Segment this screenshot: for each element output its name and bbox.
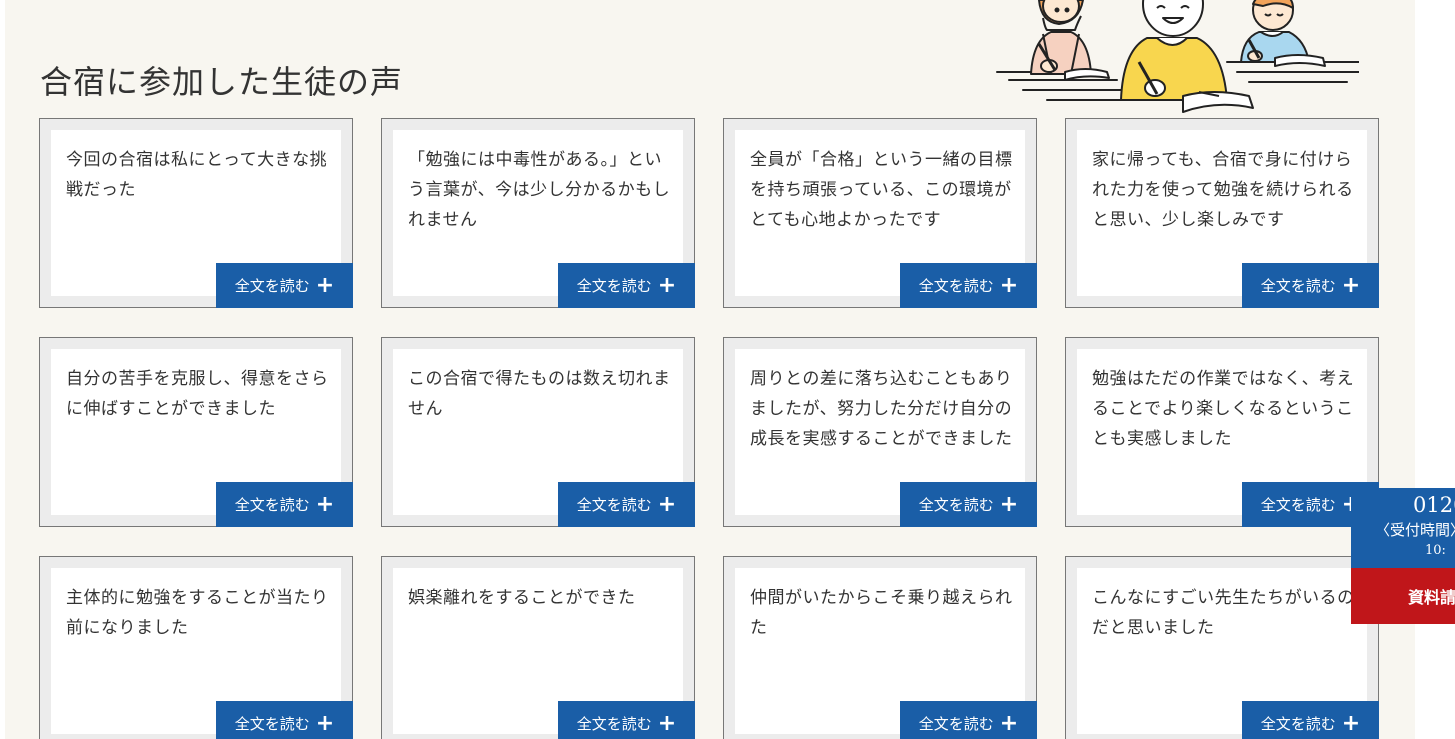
students-studying-illustration — [996, 0, 1359, 113]
read-full-text-label: 全文を読む — [1260, 715, 1336, 733]
plus-icon: + — [657, 272, 677, 298]
floating-contact-widget: 0120 〈受付時間〉 10: 資料請求 — [1351, 488, 1455, 624]
read-full-text-button[interactable]: 全文を読む + — [900, 263, 1037, 308]
testimonial-excerpt: 勉強はただの作業ではなく、考えることでより楽しくなるということも実感しました — [1092, 369, 1355, 449]
read-full-text-label: 全文を読む — [1260, 496, 1336, 514]
read-full-text-label: 全文を読む — [1260, 277, 1336, 295]
testimonial-excerpt: この合宿で得たものは数え切れません — [408, 369, 671, 419]
testimonial-card: 勉強はただの作業ではなく、考えることでより楽しくなるということも実感しました 全… — [1065, 337, 1379, 527]
read-full-text-label: 全文を読む — [576, 715, 652, 733]
read-full-text-button[interactable]: 全文を読む + — [558, 482, 695, 527]
testimonial-excerpt: 今回の合宿は私にとって大きな挑戦だった — [66, 150, 328, 200]
testimonial-card: 仲間がいたからこそ乗り越えられた 全文を読む + — [723, 556, 1037, 739]
plus-icon: + — [657, 491, 677, 517]
read-full-text-label: 全文を読む — [234, 715, 310, 733]
testimonial-excerpt: 自分の苦手を克服し、得意をさらに伸ばすことができました — [66, 369, 329, 419]
testimonial-excerpt: 全員が「合格」という一緒の目標を持ち頑張っている、この環境がとても心地よかったで… — [750, 150, 1013, 230]
testimonial-excerpt: 周りとの差に落ち込むこともありましたが、努力した分だけ自分の成長を実感することが… — [750, 369, 1013, 449]
testimonial-excerpt: 娯楽離れをすることができた — [408, 588, 636, 608]
read-full-text-label: 全文を読む — [918, 715, 994, 733]
read-full-text-button[interactable]: 全文を読む + — [558, 263, 695, 308]
testimonial-card: 今回の合宿は私にとって大きな挑戦だった 全文を読む + — [39, 118, 353, 308]
plus-icon: + — [1341, 710, 1361, 736]
read-full-text-button[interactable]: 全文を読む + — [216, 482, 353, 527]
testimonial-card: 娯楽離れをすることができた 全文を読む + — [381, 556, 695, 739]
plus-icon: + — [315, 272, 335, 298]
testimonial-excerpt: 「勉強には中毒性がある。」という言葉が、今は少し分かるかもしれません — [408, 150, 671, 230]
reception-hours-value: 10: — [1425, 543, 1446, 558]
read-full-text-button[interactable]: 全文を読む + — [558, 701, 695, 739]
plus-icon: + — [999, 491, 1019, 517]
read-full-text-label: 全文を読む — [918, 496, 994, 514]
testimonial-excerpt: 家に帰っても、合宿で身に付けられた力を使って勉強を続けられると思い、少し楽しみで… — [1092, 150, 1354, 230]
testimonial-card: 全員が「合格」という一緒の目標を持ち頑張っている、この環境がとても心地よかったで… — [723, 118, 1037, 308]
testimonial-excerpt: 主体的に勉強をすることが当たり前になりました — [66, 588, 329, 638]
read-full-text-button[interactable]: 全文を読む + — [216, 263, 353, 308]
testimonial-card: 周りとの差に落ち込むこともありましたが、努力した分だけ自分の成長を実感することが… — [723, 337, 1037, 527]
read-full-text-label: 全文を読む — [234, 496, 310, 514]
testimonial-card: 自分の苦手を克服し、得意をさらに伸ばすことができました 全文を読む + — [39, 337, 353, 527]
read-full-text-button[interactable]: 全文を読む + — [1242, 263, 1379, 308]
request-brochure-button[interactable]: 資料請求 — [1351, 568, 1455, 624]
testimonial-card: 主体的に勉強をすることが当たり前になりました 全文を読む + — [39, 556, 353, 739]
read-full-text-button[interactable]: 全文を読む + — [900, 701, 1037, 739]
testimonial-excerpt: 仲間がいたからこそ乗り越えられた — [750, 588, 1013, 638]
plus-icon: + — [315, 491, 335, 517]
plus-icon: + — [315, 710, 335, 736]
testimonial-card: 家に帰っても、合宿で身に付けられた力を使って勉強を続けられると思い、少し楽しみで… — [1065, 118, 1379, 308]
testimonial-excerpt: こんなにすごい先生たちがいるのだと思いました — [1092, 588, 1355, 638]
page-section: 合宿に参加した生徒の声 今回の合宿は私にとって大きな挑戦だった 全文を読む + … — [5, 0, 1415, 739]
read-full-text-label: 全文を読む — [576, 277, 652, 295]
phone-contact-panel[interactable]: 0120 〈受付時間〉 10: — [1351, 488, 1455, 568]
section-title: 合宿に参加した生徒の声 — [40, 63, 404, 101]
read-full-text-button[interactable]: 全文を読む + — [900, 482, 1037, 527]
plus-icon: + — [999, 710, 1019, 736]
plus-icon: + — [1341, 272, 1361, 298]
testimonial-card: この合宿で得たものは数え切れません 全文を読む + — [381, 337, 695, 527]
testimonial-card: 「勉強には中毒性がある。」という言葉が、今は少し分かるかもしれません 全文を読む… — [381, 118, 695, 308]
testimonial-card: こんなにすごい先生たちがいるのだと思いました 全文を読む + — [1065, 556, 1379, 739]
phone-number: 0120 — [1413, 493, 1455, 517]
read-full-text-label: 全文を読む — [918, 277, 994, 295]
read-full-text-label: 全文を読む — [576, 496, 652, 514]
read-full-text-button[interactable]: 全文を読む + — [216, 701, 353, 739]
read-full-text-button[interactable]: 全文を読む + — [1242, 701, 1379, 739]
plus-icon: + — [657, 710, 677, 736]
reception-hours-label: 〈受付時間〉 — [1375, 521, 1455, 539]
read-full-text-label: 全文を読む — [234, 277, 310, 295]
plus-icon: + — [999, 272, 1019, 298]
